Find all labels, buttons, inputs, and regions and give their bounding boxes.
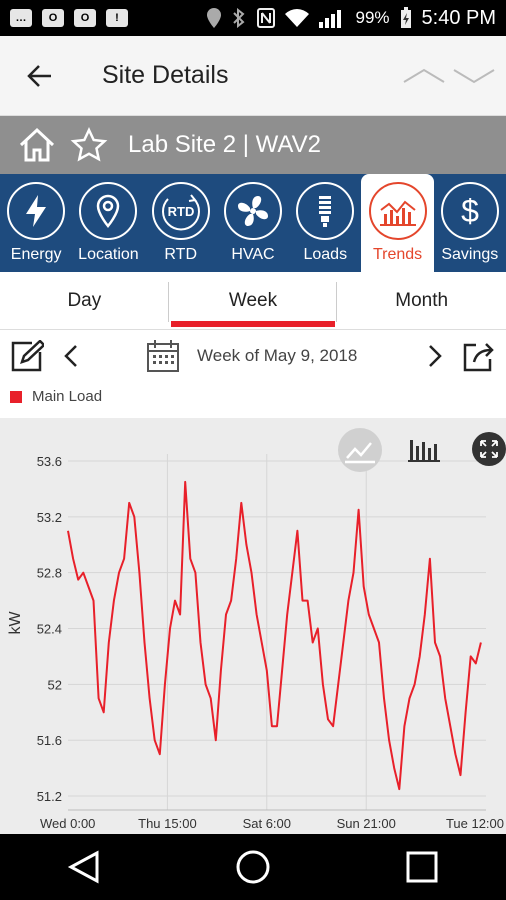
tab-rtd[interactable]: RTD RTD (145, 174, 217, 272)
y-tick-label: 52.4 (37, 622, 62, 637)
svg-text:RTD: RTD (167, 204, 194, 219)
chevron-up-icon[interactable] (402, 66, 446, 86)
chevron-right-icon[interactable] (428, 344, 442, 368)
location-icon (207, 8, 222, 28)
rtd-icon: RTD (161, 194, 200, 231)
signal-icon (319, 10, 342, 28)
lightbulb-icon (319, 196, 332, 227)
message-icon: … (10, 9, 32, 27)
tab-location[interactable]: Location (72, 174, 144, 272)
dollar-icon: $ (461, 193, 479, 229)
clock: 5:40 PM (421, 6, 496, 29)
battery-charging-icon (400, 7, 411, 28)
y-tick-label: 53.6 (37, 454, 62, 469)
x-tick-label: Tue 12:00 (446, 816, 504, 831)
battery-percent: 99% (355, 8, 390, 27)
wifi-icon (285, 9, 310, 27)
tab-loads[interactable]: Loads (289, 174, 361, 272)
chart-area: 53.6 53.2 52.8 52.4 52 51.6 51.2 Wed 0:00 Thu 1… (0, 418, 506, 834)
tab-label: Trends (372, 246, 423, 263)
system-nav-bar (0, 834, 506, 900)
share-icon[interactable] (462, 340, 496, 372)
x-tick-label: Wed 0:00 (40, 816, 95, 831)
line-chart-toggle-button[interactable] (338, 428, 382, 472)
tab-trends[interactable]: Trends (361, 174, 434, 272)
bar-chart-icon (379, 200, 416, 226)
period-month[interactable]: Month (337, 272, 506, 329)
page-title: Site Details (102, 61, 229, 89)
period-week[interactable]: Week (169, 272, 338, 329)
home-circle-icon[interactable] (235, 849, 271, 885)
nfc-icon (257, 8, 276, 28)
calendar-icon[interactable] (146, 339, 180, 373)
outlook-icon: O (42, 9, 64, 27)
chevron-down-icon[interactable] (452, 66, 496, 86)
chart-legend: Main Load (10, 388, 102, 405)
x-tick-label: Sun 21:00 (337, 816, 396, 831)
x-tick-label: Sat 6:00 (243, 816, 291, 831)
y-tick-label: 53.2 (37, 510, 62, 525)
edit-icon[interactable] (10, 340, 44, 372)
lightning-icon (26, 195, 47, 227)
tab-hvac[interactable]: HVAC (217, 174, 289, 272)
tab-label: RTD (164, 246, 197, 263)
bluetooth-icon (233, 8, 245, 28)
tab-label: Savings (441, 246, 499, 263)
trend-chart: 53.6 53.2 52.8 52.4 52 51.6 51.2 Wed 0:00 Thu 1… (7, 428, 506, 831)
fullscreen-button[interactable] (472, 432, 506, 466)
alert-icon: ! (106, 9, 128, 27)
status-bar: … O O ! 99% 5:40 PM (0, 0, 506, 36)
period-selector: Day Week Month (0, 272, 506, 330)
y-axis-label: kW (7, 611, 24, 635)
bar-chart-icon (408, 440, 440, 462)
section-tabs: Energy Location RTD RTD HVAC Loads Trend… (0, 174, 506, 272)
chevron-left-icon[interactable] (64, 344, 78, 368)
y-tick-label: 52 (48, 677, 62, 692)
date-label[interactable]: Week of May 9, 2018 (197, 346, 357, 366)
star-icon[interactable] (70, 127, 108, 163)
date-navigator: Week of May 9, 2018 (0, 330, 506, 382)
tab-label: Loads (303, 246, 348, 263)
location-pin-icon (97, 194, 120, 228)
y-tick-label: 51.2 (37, 789, 62, 804)
x-tick-label: Thu 15:00 (138, 816, 197, 831)
back-button[interactable] (0, 36, 80, 116)
tab-label: HVAC (231, 246, 275, 263)
tab-savings[interactable]: $ Savings (434, 174, 506, 272)
notification-icons: … O O ! (10, 9, 128, 27)
y-tick-label: 52.8 (37, 566, 62, 581)
legend-swatch (10, 390, 22, 403)
back-arrow-icon (27, 64, 51, 87)
svg-text:$: $ (461, 193, 479, 229)
period-day[interactable]: Day (0, 272, 169, 329)
tab-label: Location (78, 246, 139, 263)
app-bar: Site Details (0, 36, 506, 116)
bar-chart-toggle-button[interactable] (408, 440, 440, 462)
legend-label: Main Load (32, 388, 103, 405)
recents-square-icon[interactable] (405, 850, 439, 884)
home-icon[interactable] (18, 127, 56, 163)
series-line-main-load (67, 480, 482, 791)
site-bar: Lab Site 2 | WAV2 (0, 116, 506, 174)
outlook-icon: O (74, 9, 96, 27)
back-triangle-icon[interactable] (67, 850, 101, 884)
site-name: Lab Site 2 | WAV2 (128, 131, 321, 158)
tab-label: Energy (10, 246, 62, 263)
tab-energy[interactable]: Energy (0, 174, 72, 272)
y-tick-label: 51.6 (37, 733, 62, 748)
fan-icon (237, 196, 268, 226)
